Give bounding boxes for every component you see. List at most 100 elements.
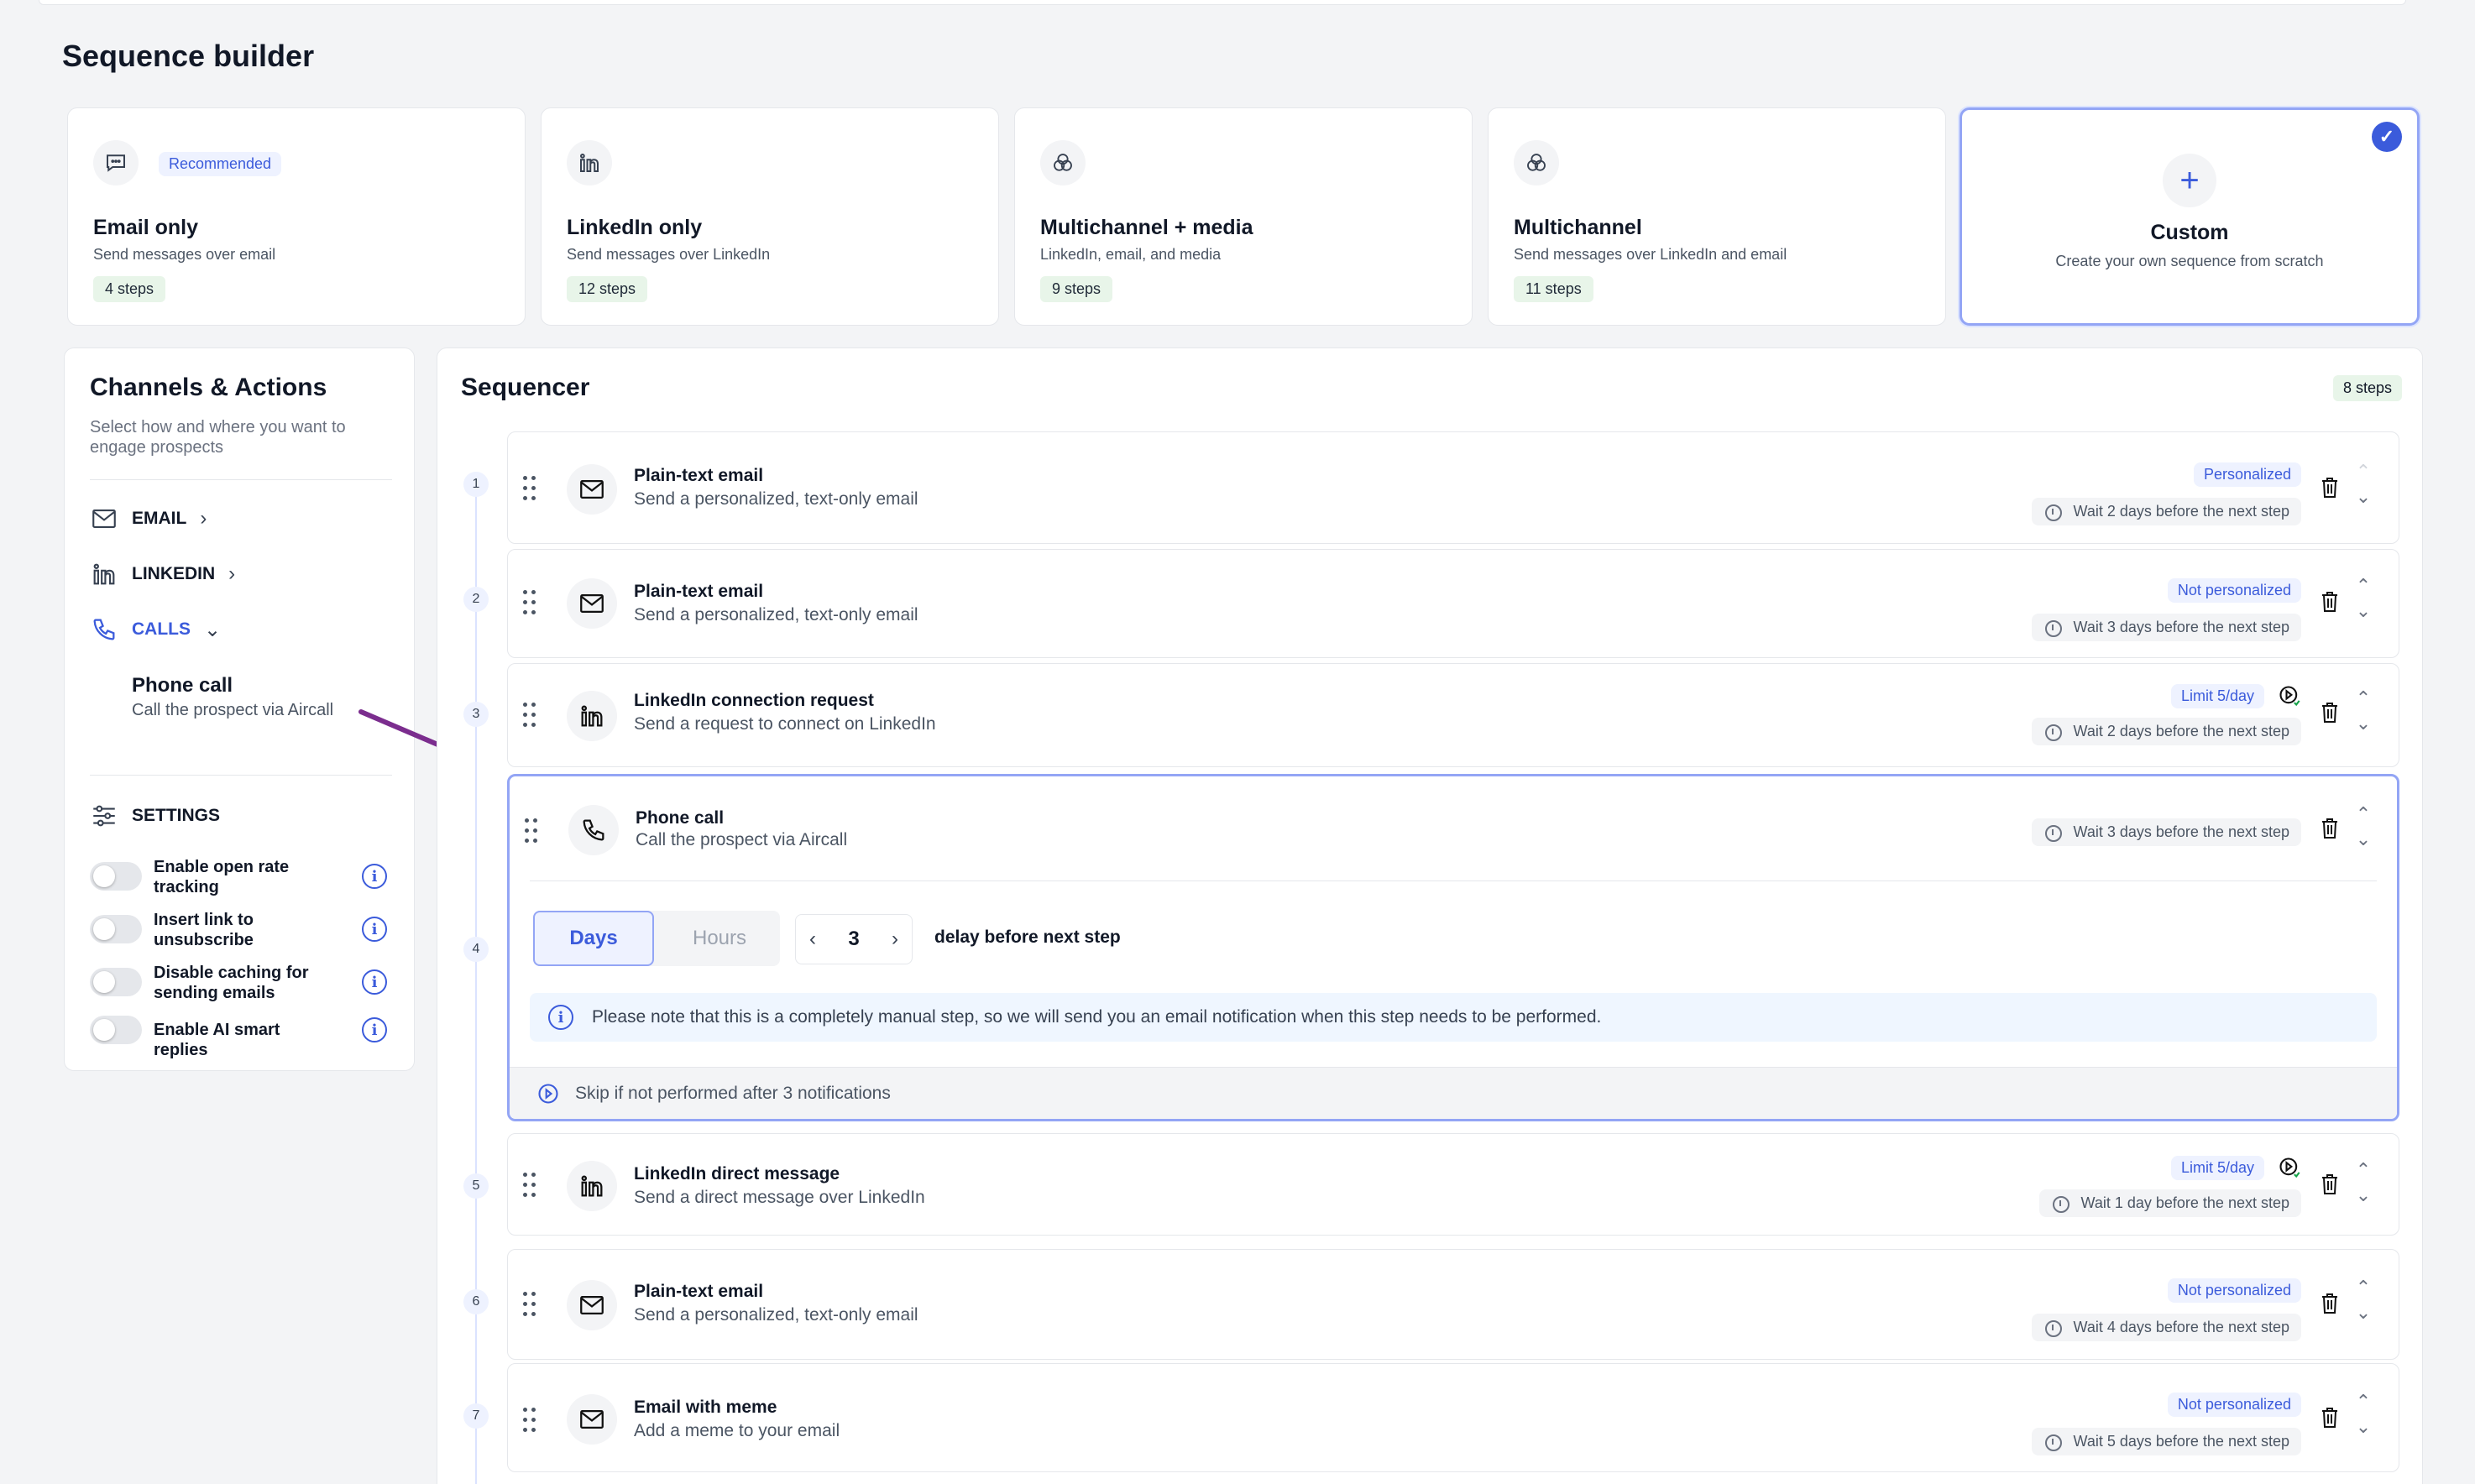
skip-option[interactable]: Skip if not performed after 3 notificati…	[510, 1067, 2397, 1119]
sequencer-title: Sequencer	[461, 374, 590, 401]
move-up-icon[interactable]: ⌃	[2353, 1389, 2373, 1414]
move-up-icon[interactable]: ⌃	[2353, 573, 2373, 598]
delay-label: delay before next step	[934, 928, 1121, 947]
delay-value[interactable]: 3	[848, 928, 859, 951]
reorder-arrows[interactable]: ⌃ ⌄	[2353, 459, 2373, 509]
limit-badge: Limit 5/day	[2170, 1156, 2264, 1180]
info-icon[interactable]: i	[362, 1017, 387, 1042]
template-card-linkedin-only[interactable]: LinkedIn only Send messages over LinkedI…	[541, 107, 999, 326]
move-down-icon[interactable]: ⌄	[2353, 1414, 2373, 1440]
move-down-icon[interactable]: ⌄	[2353, 1300, 2373, 1325]
move-up-icon[interactable]: ⌃	[2353, 1157, 2373, 1183]
linkedin-icon	[93, 563, 115, 585]
trash-icon[interactable]	[2320, 476, 2340, 499]
trash-icon[interactable]	[2320, 590, 2340, 614]
channel-calls[interactable]: CALLS ⌄	[90, 615, 221, 644]
step-card[interactable]: Plain-text email Send a personalized, te…	[507, 549, 2399, 658]
step-number: 4	[463, 937, 489, 962]
channel-linkedin[interactable]: LINKEDIN ›	[90, 560, 235, 588]
template-card-multichannel[interactable]: Multichannel Send messages over LinkedIn…	[1488, 107, 1946, 326]
template-card-custom[interactable]: + ✓ Custom Create your own sequence from…	[1960, 107, 2420, 326]
template-desc: Send messages over LinkedIn	[567, 246, 771, 263]
wait-badge[interactable]: Wait 3 days before the next step	[2031, 818, 2301, 846]
info-icon[interactable]: i	[362, 864, 387, 889]
personalization-badge: Personalized	[2193, 462, 2301, 487]
step-card-expanded[interactable]: Phone call Call the prospect via Aircall…	[507, 774, 2399, 1121]
drag-handle-icon[interactable]	[523, 1292, 538, 1317]
wait-badge[interactable]: Wait 4 days before the next step	[2031, 1314, 2301, 1341]
phone-icon	[93, 619, 115, 640]
trash-icon[interactable]	[2320, 1292, 2340, 1315]
template-card-multichannel-media[interactable]: Multichannel + media LinkedIn, email, an…	[1014, 107, 1473, 326]
drag-handle-icon[interactable]	[523, 1408, 538, 1433]
trash-icon[interactable]	[2320, 1173, 2340, 1196]
step-card[interactable]: Plain-text email Send a personalized, te…	[507, 1249, 2399, 1360]
template-card-email-only[interactable]: Recommended Email only Send messages ove…	[67, 107, 526, 326]
unit-days-button[interactable]: Days	[533, 911, 654, 966]
drag-handle-icon[interactable]	[523, 476, 538, 501]
step-card[interactable]: Plain-text email Send a personalized, te…	[507, 431, 2399, 544]
page-title: Sequence builder	[62, 39, 315, 73]
move-down-icon[interactable]: ⌄	[2353, 827, 2373, 852]
step-desc: Call the prospect via Aircall	[636, 830, 848, 849]
step-card[interactable]: LinkedIn connection request Send a reque…	[507, 663, 2399, 767]
wait-badge[interactable]: Wait 5 days before the next step	[2031, 1428, 2301, 1455]
trash-icon[interactable]	[2320, 817, 2340, 840]
toggle-open-rate[interactable]	[90, 862, 142, 891]
trash-icon[interactable]	[2320, 701, 2340, 724]
phone-icon	[568, 805, 619, 855]
reorder-arrows[interactable]: ⌃ ⌄	[2353, 1275, 2373, 1325]
toggle-disable-caching[interactable]	[90, 968, 142, 996]
channel-label: EMAIL	[132, 509, 187, 528]
move-down-icon[interactable]: ⌄	[2353, 711, 2373, 736]
action-phone-call-desc: Call the prospect via Aircall	[132, 701, 334, 719]
move-up-icon[interactable]: ⌃	[2353, 686, 2373, 711]
move-up-icon[interactable]: ⌃	[2353, 802, 2373, 827]
step-title: LinkedIn connection request	[634, 691, 874, 710]
info-icon[interactable]: i	[362, 969, 387, 995]
action-phone-call-title[interactable]: Phone call	[132, 674, 233, 698]
drag-handle-icon[interactable]	[525, 818, 540, 844]
steps-badge: 12 steps	[567, 276, 648, 302]
mail-icon	[567, 1394, 617, 1445]
toggle-label: Disable caching for sending emails	[154, 964, 309, 1002]
step-title: Plain-text email	[634, 582, 764, 601]
personalization-badge: Not personalized	[2167, 578, 2301, 603]
move-up-icon[interactable]: ⌃	[2353, 459, 2373, 484]
drag-handle-icon[interactable]	[523, 703, 538, 728]
increment-icon[interactable]: ›	[892, 928, 898, 951]
template-name: Email only	[93, 216, 199, 239]
reorder-arrows[interactable]: ⌃ ⌄	[2353, 686, 2373, 736]
step-number: 5	[463, 1173, 489, 1199]
plus-icon: +	[2163, 154, 2216, 207]
decrement-icon[interactable]: ‹	[809, 928, 816, 951]
personalization-badge: Not personalized	[2167, 1393, 2301, 1417]
top-strip	[39, 0, 2406, 5]
wait-badge[interactable]: Wait 2 days before the next step	[2031, 498, 2301, 525]
steps-badge: 9 steps	[1040, 276, 1113, 302]
move-down-icon[interactable]: ⌄	[2353, 484, 2373, 509]
move-up-icon[interactable]: ⌃	[2353, 1275, 2373, 1300]
reorder-arrows[interactable]: ⌃ ⌄	[2353, 802, 2373, 852]
reorder-arrows[interactable]: ⌃ ⌄	[2353, 1389, 2373, 1440]
move-down-icon[interactable]: ⌄	[2353, 1183, 2373, 1208]
info-icon[interactable]: i	[362, 917, 387, 942]
wait-badge[interactable]: Wait 1 day before the next step	[2038, 1189, 2301, 1217]
drag-handle-icon[interactable]	[523, 590, 538, 615]
divider	[90, 775, 392, 776]
channel-email[interactable]: EMAIL ›	[90, 504, 207, 533]
wait-badge[interactable]: Wait 3 days before the next step	[2031, 614, 2301, 641]
move-down-icon[interactable]: ⌄	[2353, 598, 2373, 624]
toggle-ai-replies[interactable]	[90, 1016, 142, 1044]
drag-handle-icon[interactable]	[523, 1173, 538, 1198]
reorder-arrows[interactable]: ⌃ ⌄	[2353, 1157, 2373, 1208]
reorder-arrows[interactable]: ⌃ ⌄	[2353, 573, 2373, 624]
wait-badge[interactable]: Wait 2 days before the next step	[2031, 718, 2301, 745]
step-card[interactable]: LinkedIn direct message Send a direct me…	[507, 1133, 2399, 1236]
step-number: 2	[463, 587, 489, 612]
unit-hours-button[interactable]: Hours	[659, 911, 780, 966]
step-card[interactable]: Email with meme Add a meme to your email…	[507, 1363, 2399, 1472]
linkedin-icon	[567, 1161, 617, 1211]
toggle-unsubscribe[interactable]	[90, 915, 142, 943]
trash-icon[interactable]	[2320, 1406, 2340, 1429]
